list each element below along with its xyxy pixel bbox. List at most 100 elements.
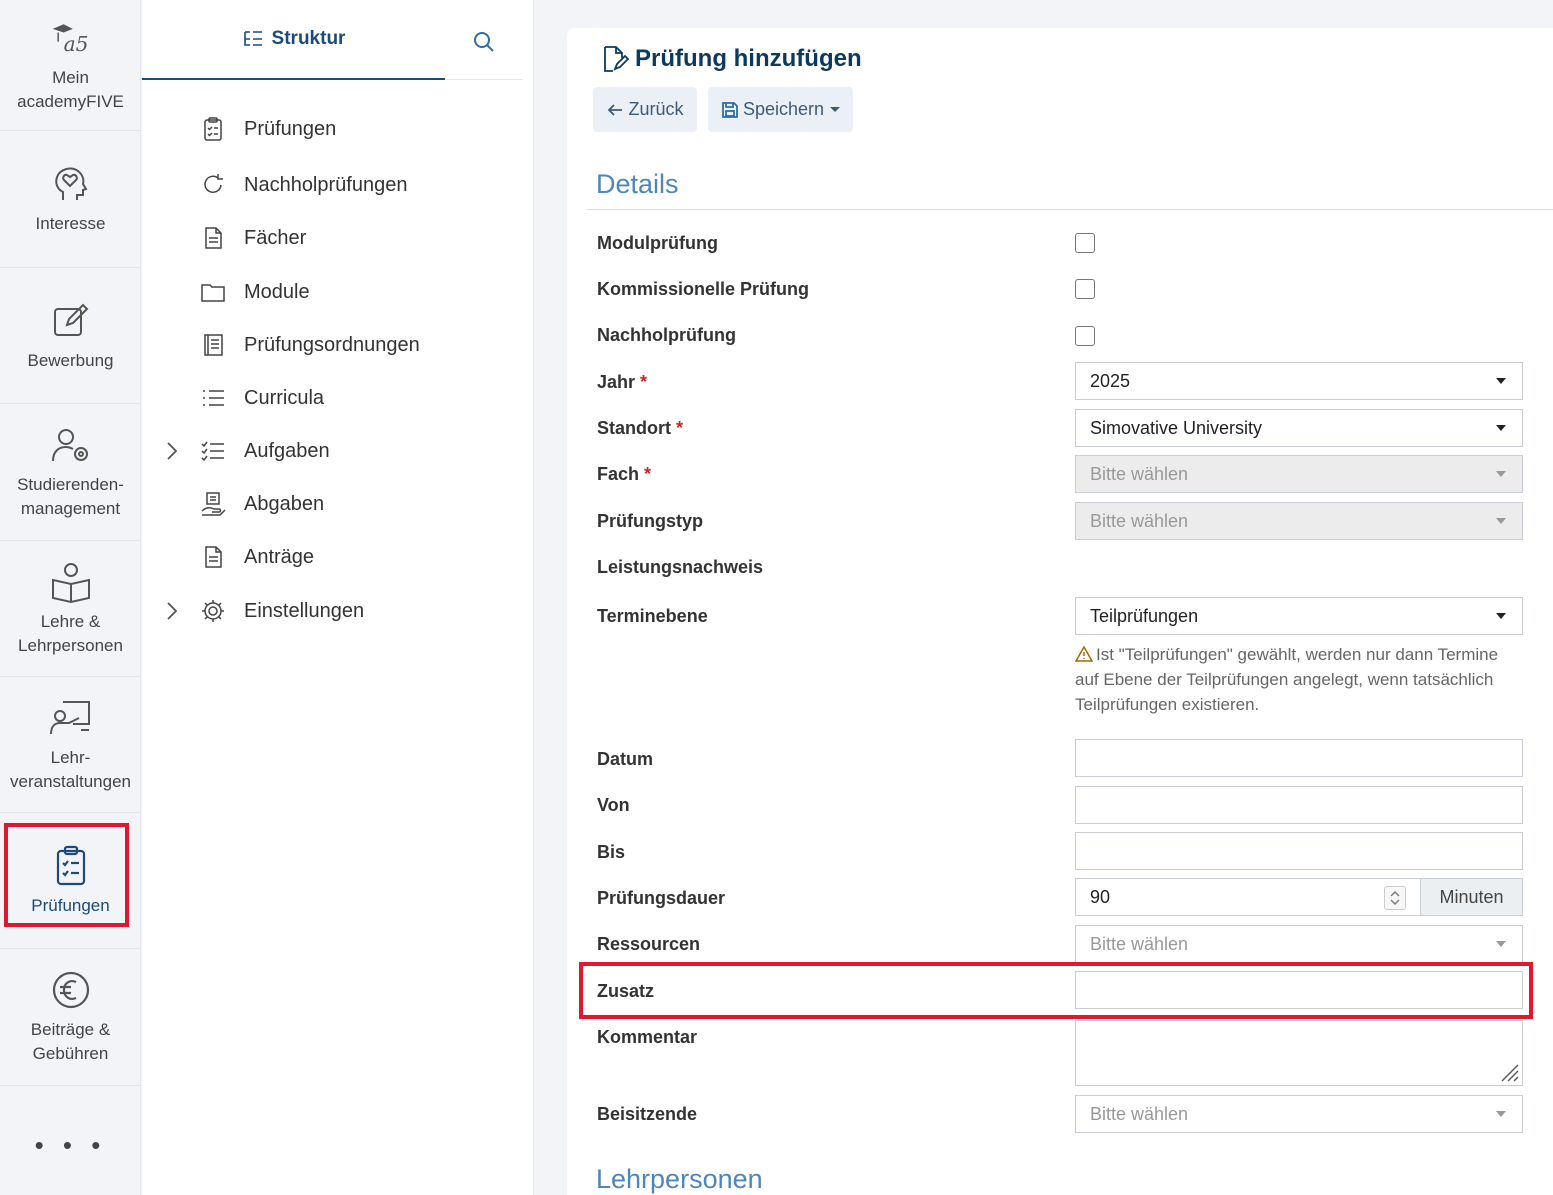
tab-struktur-label: Struktur bbox=[271, 28, 346, 49]
struct-item-label: Aufgaben bbox=[244, 439, 330, 462]
field-label-von: Von bbox=[597, 795, 630, 815]
save-button[interactable]: Speichern bbox=[708, 87, 853, 132]
chevron-right-icon[interactable] bbox=[162, 440, 182, 462]
section-lehrpersonen-heading: Lehrpersonen bbox=[596, 1164, 763, 1194]
struct-item-pruefungen[interactable]: Prüfungen bbox=[142, 109, 523, 149]
struct-item-label: Nachholprüfungen bbox=[244, 173, 408, 196]
caret-down-icon bbox=[1496, 425, 1506, 431]
terminebene-hint-text: Ist "Teilprüfungen" gewählt, werden nur … bbox=[1075, 645, 1499, 714]
rail-item-bewerbung[interactable]: Bewerbung bbox=[0, 268, 141, 404]
pruefungsdauer-value: 90 bbox=[1090, 886, 1111, 907]
terminebene-select[interactable]: Teilprüfungen bbox=[1075, 597, 1523, 635]
beisitzende-select[interactable]: Bitte wählen bbox=[1075, 1095, 1523, 1133]
struct-item-label: Abgaben bbox=[244, 492, 325, 515]
struct-item-nachholpruefungen[interactable]: Nachholprüfungen bbox=[142, 165, 523, 205]
rail-item-lehre[interactable]: Lehre & Lehrpersonen bbox=[0, 541, 141, 677]
struct-item-einstellungen[interactable]: Einstellungen bbox=[142, 591, 523, 631]
head-heart-icon bbox=[54, 167, 87, 200]
section-divider bbox=[587, 209, 1553, 210]
struct-item-label: Prüfungen bbox=[244, 117, 337, 140]
kommentar-textarea[interactable] bbox=[1075, 1020, 1523, 1086]
pencil-square-icon bbox=[53, 303, 88, 336]
caret-down-icon bbox=[1496, 518, 1506, 524]
field-label-terminebene: Terminebene bbox=[597, 606, 708, 626]
beisitzende-select-value: Bitte wählen bbox=[1090, 1103, 1189, 1124]
von-input[interactable] bbox=[1075, 786, 1523, 824]
number-spinner[interactable] bbox=[1384, 886, 1406, 910]
refresh-icon bbox=[204, 174, 223, 194]
academyfive-logo-icon: a5 bbox=[52, 24, 88, 56]
field-label-pruefungstyp: Prüfungstyp bbox=[597, 511, 703, 531]
field-label-leistungsnachweis: Leistungsnachweis bbox=[597, 557, 764, 577]
resize-grip-icon[interactable] bbox=[1498, 1061, 1520, 1083]
field-label-kommentar: Kommentar bbox=[597, 1027, 698, 1047]
struct-item-curricula[interactable]: Curricula bbox=[142, 378, 523, 418]
datum-input[interactable] bbox=[1075, 739, 1523, 777]
rail-item-label: Mein academyFIVE bbox=[17, 68, 124, 111]
ressourcen-select-value: Bitte wählen bbox=[1090, 933, 1189, 954]
required-mark: * bbox=[644, 464, 652, 484]
caret-down-icon bbox=[1496, 471, 1506, 477]
standort-label-text: Standort bbox=[597, 418, 671, 438]
arrow-left-icon bbox=[608, 103, 623, 116]
modulpruefung-checkbox[interactable] bbox=[1075, 233, 1095, 253]
euro-circle-icon bbox=[52, 971, 89, 1009]
main-nav-rail: a5 Mein academyFIVE Interesse Bewerbung … bbox=[0, 0, 141, 1195]
document-text-icon bbox=[205, 546, 222, 568]
rail-item-mein-academyfive[interactable]: a5 Mein academyFIVE bbox=[0, 0, 141, 131]
required-mark: * bbox=[676, 418, 684, 438]
rail-item-label: Lehr- veranstaltungen bbox=[10, 747, 131, 791]
page-title-text: Prüfung hinzufügen bbox=[635, 45, 862, 72]
struct-item-module[interactable]: Module bbox=[142, 272, 523, 312]
presentation-icon bbox=[49, 700, 90, 734]
standort-select-value: Simovative University bbox=[1090, 417, 1263, 438]
struct-item-pruefungsordnungen[interactable]: Prüfungsordnungen bbox=[142, 325, 523, 365]
tree-list-icon bbox=[243, 31, 262, 46]
struct-item-antraege[interactable]: Anträge bbox=[142, 537, 523, 577]
jahr-select[interactable]: 2025 bbox=[1075, 362, 1523, 400]
book-icon bbox=[204, 334, 223, 356]
clipboard-check-icon bbox=[204, 117, 222, 141]
bis-input[interactable] bbox=[1075, 832, 1523, 870]
rail-item-beitraege[interactable]: Beiträge & Gebühren bbox=[0, 949, 141, 1086]
field-label-ressourcen: Ressourcen bbox=[597, 934, 701, 954]
rail-item-interesse[interactable]: Interesse bbox=[0, 131, 141, 268]
kommissionell-checkbox[interactable] bbox=[1075, 279, 1095, 299]
ressourcen-select[interactable]: Bitte wählen bbox=[1075, 925, 1523, 963]
chevron-right-icon[interactable] bbox=[162, 600, 182, 622]
struct-item-abgaben[interactable]: Abgaben bbox=[142, 484, 523, 524]
rail-item-label: Studierenden- management bbox=[17, 475, 124, 518]
field-label-beisitzende: Beisitzende bbox=[597, 1104, 698, 1124]
rail-item-label: Beiträge & Gebühren bbox=[30, 1020, 111, 1063]
up-down-arrows-icon bbox=[1390, 891, 1400, 905]
standort-select[interactable]: Simovative University bbox=[1075, 409, 1523, 447]
struct-item-faecher[interactable]: Fächer bbox=[142, 218, 523, 258]
terminebene-select-value: Teilprüfungen bbox=[1090, 605, 1199, 626]
rail-item-label: Interesse bbox=[35, 214, 106, 233]
jahr-select-value: 2025 bbox=[1090, 370, 1131, 391]
rail-item-studierendenmanagement[interactable]: Studierenden- management bbox=[0, 404, 141, 541]
rail-item-label: Lehre & Lehrpersonen bbox=[18, 611, 123, 655]
tab-struktur[interactable]: Struktur bbox=[142, 0, 445, 80]
struct-item-label: Module bbox=[244, 280, 310, 303]
pruefungstyp-select[interactable]: Bitte wählen bbox=[1075, 502, 1523, 540]
pruefungsdauer-unit: Minuten bbox=[1420, 878, 1523, 916]
more-menu-button[interactable]: • • • bbox=[0, 1130, 141, 1161]
fach-select[interactable]: Bitte wählen bbox=[1075, 455, 1523, 493]
user-book-icon bbox=[51, 562, 90, 603]
document-icon bbox=[205, 227, 222, 249]
struct-item-aufgaben[interactable]: Aufgaben bbox=[142, 431, 523, 471]
save-button-label: Speichern bbox=[742, 99, 825, 119]
required-mark: * bbox=[640, 372, 648, 392]
rail-item-lehrveranstaltungen[interactable]: Lehr- veranstaltungen bbox=[0, 677, 141, 813]
field-label-modulpruefung: Modulprüfung bbox=[597, 233, 718, 253]
back-button[interactable]: Zurück bbox=[593, 87, 697, 132]
field-label-jahr: Jahr * bbox=[597, 372, 647, 393]
search-icon[interactable] bbox=[470, 28, 498, 56]
field-label-standort: Standort * bbox=[597, 418, 683, 439]
caret-down-icon bbox=[1496, 613, 1506, 619]
struct-item-label: Fächer bbox=[244, 226, 307, 249]
nachholpruefung-checkbox[interactable] bbox=[1075, 326, 1095, 346]
caret-down-icon bbox=[1496, 941, 1506, 947]
pruefungsdauer-input[interactable]: 90 bbox=[1075, 878, 1421, 916]
